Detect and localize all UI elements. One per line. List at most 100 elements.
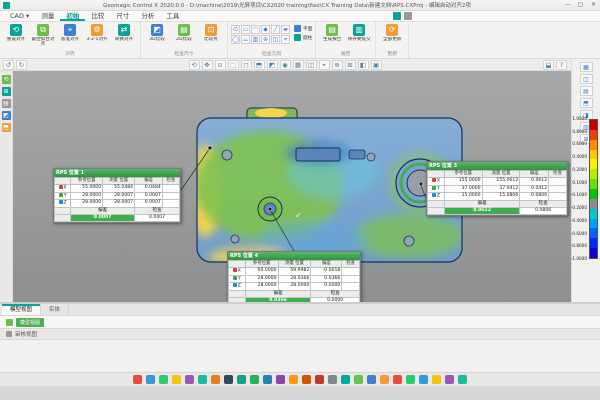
zoom-icon[interactable]: ⊙ xyxy=(215,60,226,70)
rps-table[interactable]: RPS 位置 3参考位置测量 位置偏差检查X155.0000155.06120.… xyxy=(426,161,568,216)
hole-feature[interactable] xyxy=(231,235,239,243)
status-icon[interactable] xyxy=(380,375,389,384)
refit-icon[interactable]: ⟲ xyxy=(2,75,11,84)
status-icon[interactable] xyxy=(211,375,220,384)
shape-tool-icon[interactable]: ▥ xyxy=(251,35,260,44)
status-icon[interactable] xyxy=(224,375,233,384)
shape-tool-icon[interactable]: ◆ xyxy=(261,25,270,34)
colormap-icon[interactable]: ◫ xyxy=(580,74,593,84)
shade-mode-icon[interactable]: ◉ xyxy=(280,60,291,70)
rps-table[interactable]: RPS 位置 1参考位置测量 位置偏差检查X55.000055.04840.04… xyxy=(53,168,181,223)
undo-icon[interactable]: ↺ xyxy=(3,60,14,70)
quick-access-icon[interactable] xyxy=(393,12,401,20)
small-slot-feature[interactable] xyxy=(349,150,365,159)
ribbon-button-转换对齐[interactable]: ⇄转换对齐 xyxy=(111,23,137,47)
status-icon[interactable] xyxy=(354,375,363,384)
redo-icon[interactable]: ↻ xyxy=(16,60,27,70)
minimize-button[interactable]: — xyxy=(561,0,574,10)
status-icon[interactable] xyxy=(445,375,454,384)
rps-table[interactable]: RPS 位置 4参考位置测量 位置偏差检查X60.000059.9982-0.0… xyxy=(227,251,361,306)
layers-icon[interactable]: ▤ xyxy=(2,99,11,108)
status-icon[interactable] xyxy=(263,375,272,384)
status-icon[interactable] xyxy=(250,375,259,384)
status-icon[interactable] xyxy=(302,375,311,384)
rotate-view-icon[interactable]: ⟲ xyxy=(189,60,200,70)
shape-tool-icon[interactable]: ╱ xyxy=(271,25,280,34)
slot-feature[interactable] xyxy=(296,148,340,161)
menu-tab-测量[interactable]: 测量 xyxy=(35,11,60,21)
camera-icon[interactable]: ⬓ xyxy=(543,60,554,70)
status-icon[interactable] xyxy=(419,375,428,384)
shape-tool-icon[interactable]: ⌓ xyxy=(241,35,250,44)
shape-tool-icon[interactable]: ⊕ xyxy=(261,35,270,44)
hole-feature[interactable] xyxy=(222,150,232,160)
hole-feature[interactable] xyxy=(404,236,414,246)
shape-tool-icon[interactable]: ⊙ xyxy=(231,25,240,34)
pan-view-icon[interactable]: ✥ xyxy=(202,60,213,70)
tolerance-icon[interactable]: ⬒ xyxy=(580,98,593,108)
close-button[interactable]: ✕ xyxy=(587,0,600,10)
shape-tool-icon[interactable]: ◫ xyxy=(271,35,280,44)
review-panel-header[interactable]: 审核视图 xyxy=(0,328,600,340)
status-icon[interactable] xyxy=(406,375,415,384)
ribbon-button-重设对齐[interactable]: ⟲重设对齐 xyxy=(3,23,29,47)
shape-tool-icon[interactable]: ▰ xyxy=(281,25,290,34)
status-icon[interactable] xyxy=(198,375,207,384)
top-view-icon[interactable]: ⬒ xyxy=(254,60,265,70)
ribbon-button-平面[interactable]: 平面 xyxy=(294,25,312,32)
menu-tab-工具[interactable]: 工具 xyxy=(160,11,185,21)
compare-icon[interactable]: ◩ xyxy=(2,111,11,120)
menu-tab-初始[interactable]: 初始 xyxy=(60,11,85,21)
section-icon[interactable]: ◫ xyxy=(306,60,317,70)
status-icon[interactable] xyxy=(159,375,168,384)
ribbon-button-3D比较[interactable]: ◩3D比较 xyxy=(144,23,170,47)
menu-tab-分析[interactable]: 分析 xyxy=(135,11,160,21)
ribbon-button-最佳拟合对齐[interactable]: ⧉最佳拟合对齐 xyxy=(30,23,56,47)
status-icon[interactable] xyxy=(458,375,467,384)
measure-icon[interactable]: ⌖ xyxy=(319,60,330,70)
status-icon[interactable] xyxy=(393,375,402,384)
ribbon-button-比较点[interactable]: ⊡比较点 xyxy=(198,23,224,47)
shape-tool-icon[interactable]: ◠ xyxy=(251,25,260,34)
shape-tool-icon[interactable]: ◯ xyxy=(231,35,240,44)
point-select-icon[interactable]: ⊕ xyxy=(332,60,343,70)
status-icon[interactable] xyxy=(133,375,142,384)
hole-feature[interactable] xyxy=(367,153,375,161)
status-icon[interactable] xyxy=(237,375,246,384)
ribbon-button-生成报告[interactable]: ▤生成报告 xyxy=(319,23,345,47)
ribbon-button-基准对齐[interactable]: ⌖基准对齐 xyxy=(57,23,83,47)
report-view-icon[interactable]: ▤ xyxy=(580,86,593,96)
annotation-icon[interactable]: ▦ xyxy=(580,62,593,72)
status-icon[interactable] xyxy=(276,375,285,384)
status-icon[interactable] xyxy=(289,375,298,384)
bottom-tab-模型视图[interactable]: 模型视图 xyxy=(2,304,41,315)
ribbon-button-3-2-1对齐[interactable]: ⚙3-2-1对齐 xyxy=(84,23,110,47)
menu-tab-CAD ▾[interactable]: CAD ▾ xyxy=(4,11,35,21)
shape-tool-icon[interactable]: ⌖ xyxy=(281,35,290,44)
ribbon-button-保存要提交[interactable]: ▥保存要提交 xyxy=(346,23,372,47)
ribbon-button-全部更新[interactable]: ⟳全部更新 xyxy=(379,23,405,47)
wireframe-icon[interactable]: ▦ xyxy=(293,60,304,70)
zoom-fit-icon[interactable]: ⬚ xyxy=(228,60,239,70)
status-icon[interactable] xyxy=(341,375,350,384)
ribbon-button-2D比较[interactable]: ▤2D比较 xyxy=(171,23,197,47)
status-icon[interactable] xyxy=(146,375,155,384)
options-icon[interactable] xyxy=(404,12,412,20)
help-icon[interactable]: ? xyxy=(556,60,567,70)
box-select-icon[interactable]: ⊞ xyxy=(345,60,356,70)
status-icon[interactable] xyxy=(185,375,194,384)
status-icon[interactable] xyxy=(432,375,441,384)
status-icon[interactable] xyxy=(328,375,337,384)
iso-view-icon[interactable]: ◩ xyxy=(267,60,278,70)
maximize-button[interactable]: ▢ xyxy=(574,0,587,10)
front-view-icon[interactable]: ◻ xyxy=(241,60,252,70)
status-icon[interactable] xyxy=(367,375,376,384)
clip-icon[interactable]: ⬒ xyxy=(2,123,11,132)
ribbon-button-圆柱[interactable]: 圆柱 xyxy=(294,34,312,41)
bottom-tab-实体[interactable]: 实体 xyxy=(41,304,69,315)
menu-tab-比较[interactable]: 比较 xyxy=(85,11,110,21)
display-settings-icon[interactable]: ▣ xyxy=(371,60,382,70)
menu-tab-尺寸[interactable]: 尺寸 xyxy=(110,11,135,21)
status-icon[interactable] xyxy=(315,375,324,384)
shape-tool-icon[interactable]: ▭ xyxy=(241,25,250,34)
